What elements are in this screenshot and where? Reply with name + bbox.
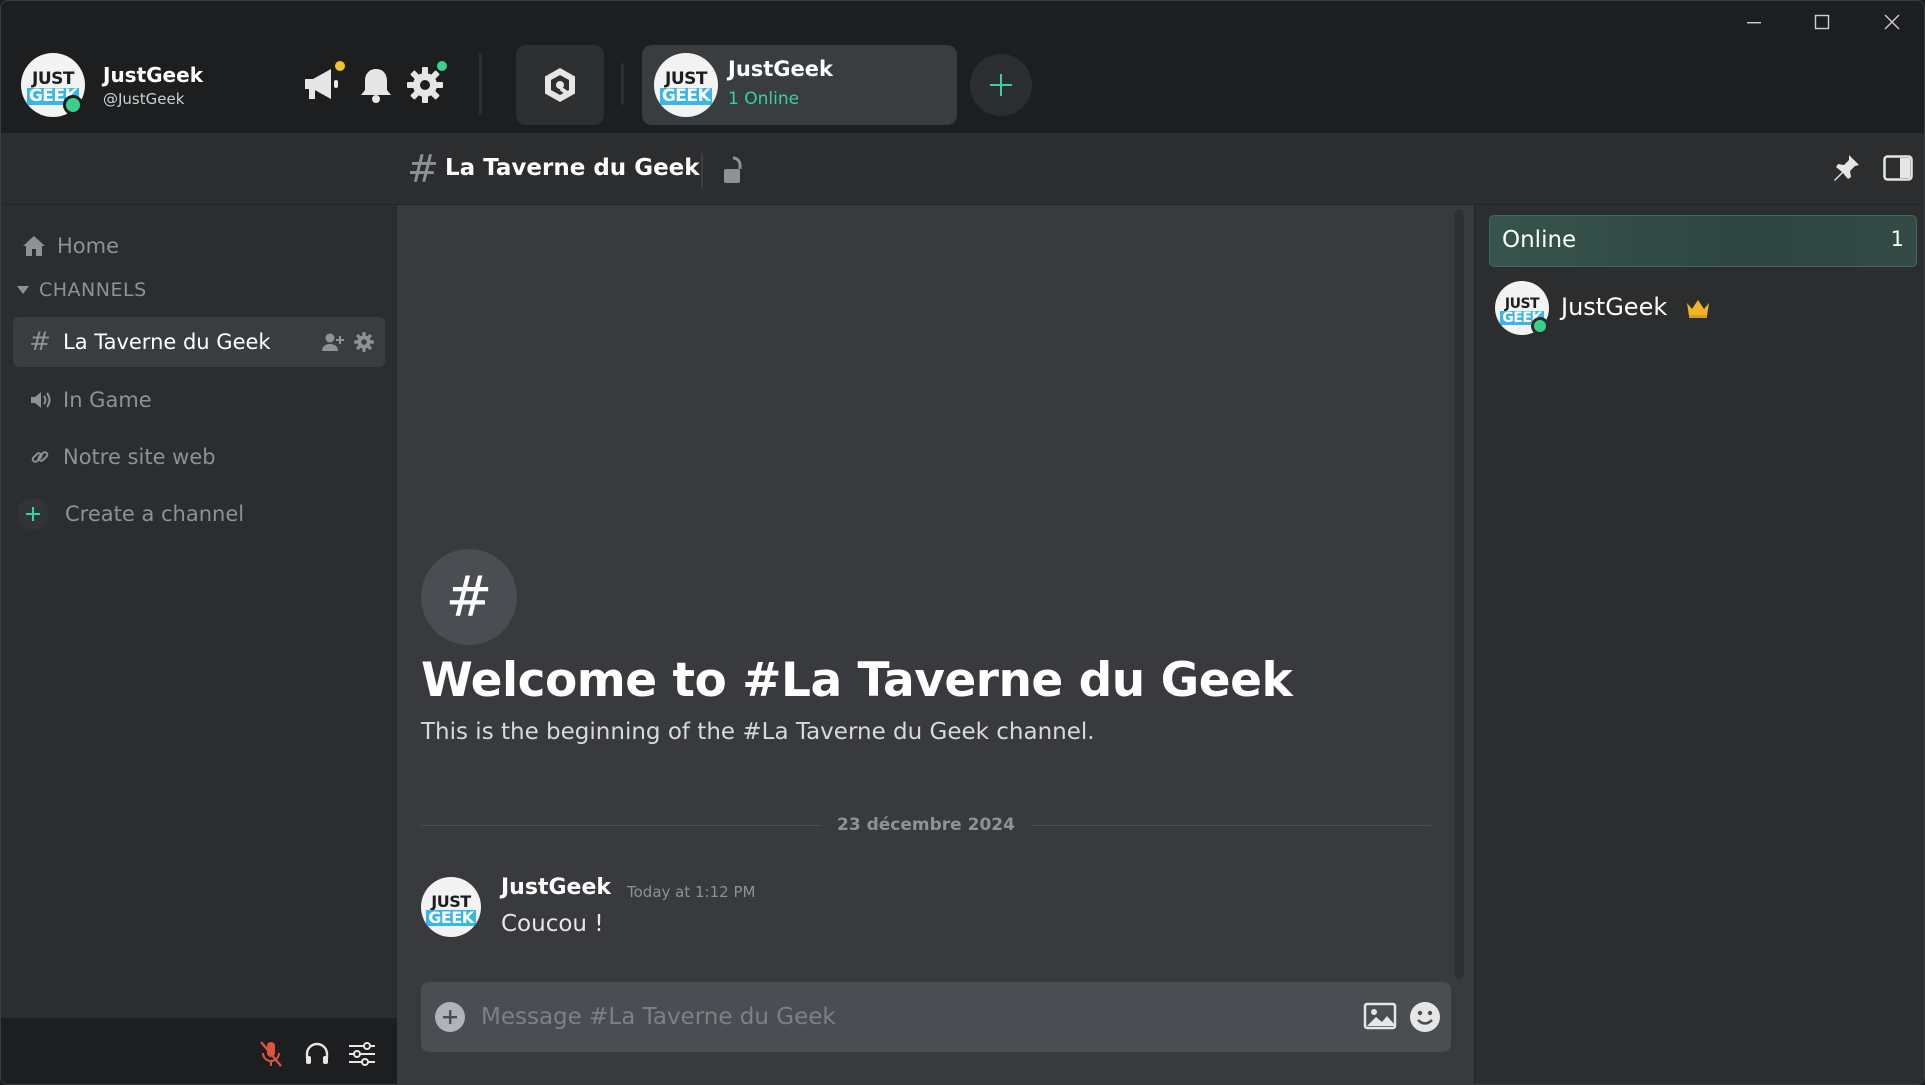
welcome-hash-icon: # <box>421 549 517 645</box>
voice-controls-bar <box>1 1018 397 1084</box>
member-status-online <box>1531 317 1549 335</box>
audio-settings-icon[interactable] <box>348 1042 376 1070</box>
emoji-icon[interactable] <box>1408 1000 1442 1038</box>
member-item[interactable]: JUST GEEK JustGeek <box>1495 281 1915 339</box>
plus-icon <box>443 1010 457 1024</box>
channel-hash-icon: # <box>407 147 439 191</box>
server-name: JustGeek <box>728 57 833 81</box>
member-name: JustGeek <box>1561 293 1668 321</box>
channel-sidebar: Home CHANNELS # La Taverne du Geek In Ga… <box>1 205 397 1018</box>
chevron-down-icon <box>17 286 29 294</box>
hash-icon: # <box>29 327 51 357</box>
chat-scrollbar[interactable] <box>1454 209 1464 979</box>
image-upload-icon[interactable] <box>1363 1002 1397 1034</box>
sidebar-item-la-taverne[interactable]: # La Taverne du Geek <box>13 317 385 367</box>
top-bar: JUST GEEK JustGeek @JustGeek JUST GEEK J… <box>1 1 1924 133</box>
add-server-button[interactable] <box>970 54 1032 116</box>
sidebar-item-in-game[interactable]: In Game <box>13 375 385 425</box>
server-avatar-geek: GEEK <box>659 86 713 106</box>
close-button[interactable] <box>1867 7 1917 37</box>
headphones-icon[interactable] <box>304 1042 330 1070</box>
channel-header: # La Taverne du Geek <box>1 133 1924 205</box>
header-divider <box>701 153 703 189</box>
plus-icon <box>990 74 1012 96</box>
announcement-indicator <box>335 61 345 71</box>
server-avatar: JUST GEEK <box>654 53 718 117</box>
sidebar-item-label: In Game <box>63 388 152 412</box>
server-tab[interactable]: JUST GEEK JustGeek 1 Online <box>642 45 957 125</box>
app-window: JUST GEEK JustGeek @JustGeek JUST GEEK J… <box>0 0 1925 1085</box>
toggle-sidebar-icon[interactable] <box>1883 155 1913 185</box>
home-link[interactable]: Home <box>9 221 381 271</box>
create-channel-button[interactable]: Create a channel <box>17 489 389 539</box>
message-composer <box>421 982 1451 1052</box>
mic-muted-icon[interactable] <box>259 1040 283 1072</box>
link-icon <box>23 447 57 467</box>
sidebar-item-notre-site-web[interactable]: Notre site web <box>13 432 385 482</box>
message-input[interactable] <box>481 996 1361 1038</box>
message-item: JUST GEEK JustGeek Today at 1:12 PM Couc… <box>421 873 1421 943</box>
welcome-title: Welcome to #La Taverne du Geek <box>421 653 1293 708</box>
online-section-header[interactable]: Online 1 <box>1489 215 1917 267</box>
member-avatar-just: JUST <box>1504 295 1540 312</box>
maximize-button[interactable] <box>1797 7 1847 37</box>
date-separator-line-right <box>1031 825 1431 826</box>
message-avatar[interactable]: JUST GEEK <box>421 877 481 937</box>
toolbar-divider <box>479 53 482 115</box>
user-name: JustGeek <box>103 63 203 87</box>
home-icon <box>17 234 51 258</box>
hub-button[interactable] <box>516 45 604 125</box>
channels-category[interactable]: CHANNELS <box>15 279 147 301</box>
welcome-subtitle: This is the beginning of the #La Taverne… <box>421 719 1095 745</box>
message-text: Coucou ! <box>501 911 604 937</box>
invite-user-icon[interactable] <box>321 332 345 356</box>
user-handle: @JustGeek <box>103 90 185 108</box>
minimize-button[interactable] <box>1729 7 1779 37</box>
server-online-count: 1 Online <box>728 89 800 109</box>
pin-icon[interactable] <box>1831 153 1861 187</box>
sidebar-item-label: Notre site web <box>63 445 216 469</box>
sidebar-item-label: La Taverne du Geek <box>63 330 271 354</box>
plus-icon <box>17 498 49 530</box>
unlock-icon[interactable] <box>721 155 745 189</box>
channel-settings-icon[interactable] <box>353 331 375 357</box>
msg-avatar-geek: GEEK <box>426 908 476 927</box>
create-channel-label: Create a channel <box>65 502 245 526</box>
online-count: 1 <box>1890 227 1904 251</box>
chat-area: # Welcome to #La Taverne du Geek This is… <box>397 205 1474 1084</box>
attach-plus-button[interactable] <box>435 1002 465 1032</box>
date-separator: 23 décembre 2024 <box>421 815 1431 835</box>
home-label: Home <box>57 234 120 258</box>
hub-icon <box>545 68 575 102</box>
user-status-online <box>63 95 83 115</box>
online-label: Online <box>1502 227 1577 253</box>
channel-title: La Taverne du Geek <box>445 155 700 181</box>
speaker-icon <box>23 390 57 410</box>
message-timestamp: Today at 1:12 PM <box>627 883 756 901</box>
settings-indicator <box>437 61 447 71</box>
bell-icon[interactable] <box>356 63 396 107</box>
message-author[interactable]: JustGeek <box>501 875 611 900</box>
members-panel: Online 1 JUST GEEK JustGeek <box>1474 205 1924 1084</box>
crown-icon <box>1685 297 1711 323</box>
category-label: CHANNELS <box>39 279 147 301</box>
toolbar-divider-2 <box>621 63 624 105</box>
